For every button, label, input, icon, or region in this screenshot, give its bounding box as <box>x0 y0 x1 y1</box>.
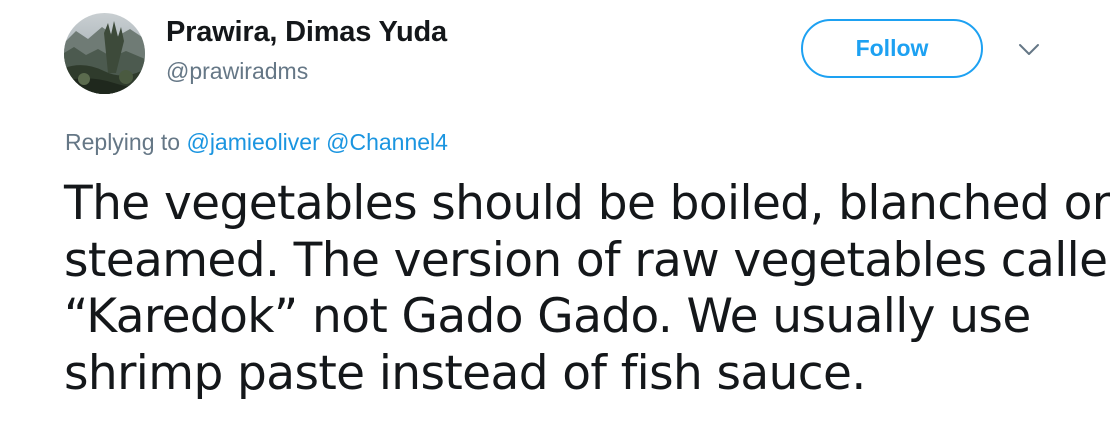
avatar[interactable] <box>64 13 145 94</box>
tweet-text-line: steamed. The version of raw vegetables c… <box>64 232 1110 288</box>
tweet-text-line: “Karedok” not Gado Gado. We usually use <box>64 289 1031 344</box>
reply-prefix: Replying to <box>65 129 181 155</box>
tweet-text-line: shrimp paste instead of fish sauce. <box>64 345 866 401</box>
chevron-down-icon <box>1019 44 1039 55</box>
author-display-name[interactable]: Prawira, Dimas Yuda <box>166 16 447 49</box>
follow-button[interactable]: Follow <box>801 19 983 78</box>
author-handle[interactable]: @prawiradms <box>166 58 308 85</box>
mention-link-channel4[interactable]: @Channel4 <box>326 129 448 155</box>
tweet-text: The vegetables should be boiled, blanche… <box>64 176 1110 402</box>
tweet-text-line: The vegetables should be boiled, blanche… <box>64 176 1110 231</box>
reply-context: Replying to @jamieoliver @Channel4 <box>65 129 448 156</box>
avatar-landscape-photo <box>64 13 145 94</box>
more-options-button[interactable] <box>1014 38 1044 62</box>
mention-link-jamieoliver[interactable]: @jamieoliver <box>186 129 319 155</box>
